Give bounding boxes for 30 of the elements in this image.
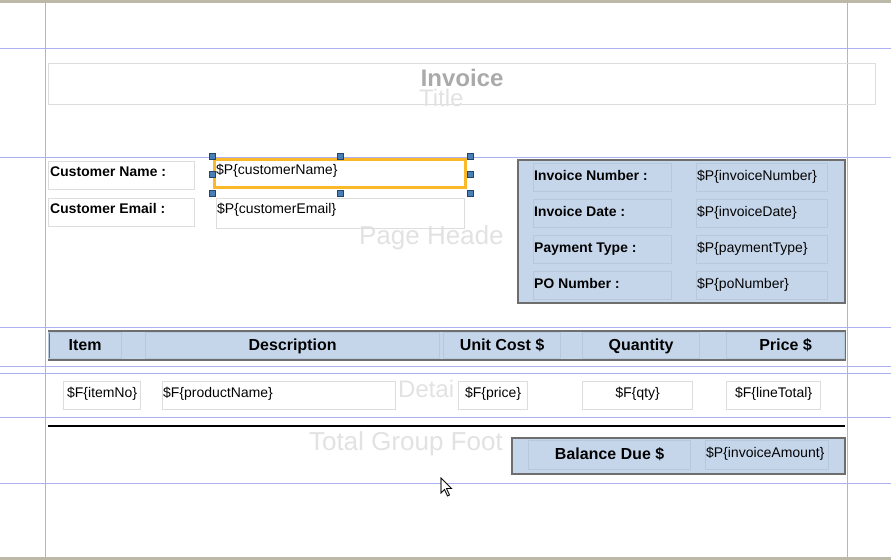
- column-header[interactable]: Quantity: [582, 332, 700, 359]
- field-label[interactable]: PO Number :: [533, 271, 672, 300]
- field-label[interactable]: Payment Type :: [533, 235, 672, 264]
- text-field[interactable]: $P{customerName}: [213, 158, 467, 189]
- balance-field[interactable]: $P{invoiceAmount}: [705, 440, 829, 470]
- column-header[interactable]: Unit Cost $: [443, 332, 561, 359]
- column-header[interactable]: Price $: [726, 332, 845, 359]
- detail-field[interactable]: $F{productName}: [162, 381, 396, 410]
- column-header-bar[interactable]: Item Description Unit Cost $ Quantity Price $: [48, 330, 846, 361]
- field-label[interactable]: Invoice Date :: [533, 199, 672, 228]
- text-field[interactable]: $P{paymentType}: [696, 235, 828, 264]
- column-header[interactable]: Description: [145, 332, 440, 359]
- detail-field[interactable]: $F{itemNo}: [63, 381, 141, 410]
- field-label[interactable]: Customer Email :: [48, 198, 195, 227]
- selection-handles[interactable]: [209, 153, 474, 197]
- text-field[interactable]: $P{customerEmail}: [216, 198, 465, 229]
- text-field[interactable]: $P{invoiceDate}: [696, 199, 828, 228]
- text-field[interactable]: $P{invoiceNumber}: [696, 163, 828, 192]
- field-label[interactable]: Customer Name :: [48, 161, 195, 190]
- detail-field[interactable]: $F{price}: [458, 381, 528, 410]
- detail-field[interactable]: $F{lineTotal}: [726, 381, 821, 410]
- column-header[interactable]: Item: [48, 332, 122, 359]
- mouse-cursor-icon: [440, 477, 453, 498]
- balance-panel[interactable]: Balance Due $ $P{invoiceAmount}: [511, 437, 846, 475]
- text-field[interactable]: $P{poNumber}: [696, 271, 828, 300]
- invoice-info-panel[interactable]: Invoice Number : $P{invoiceNumber} Invoice Date : $P{invoiceDate} Payment Type : $P{paymentType} PO Number : $P{poNumber}: [517, 159, 846, 304]
- field-label[interactable]: Invoice Number :: [533, 163, 672, 192]
- balance-label[interactable]: Balance Due $: [528, 440, 691, 470]
- detail-field[interactable]: $F{qty}: [582, 381, 693, 410]
- report-title: Invoice: [420, 67, 504, 89]
